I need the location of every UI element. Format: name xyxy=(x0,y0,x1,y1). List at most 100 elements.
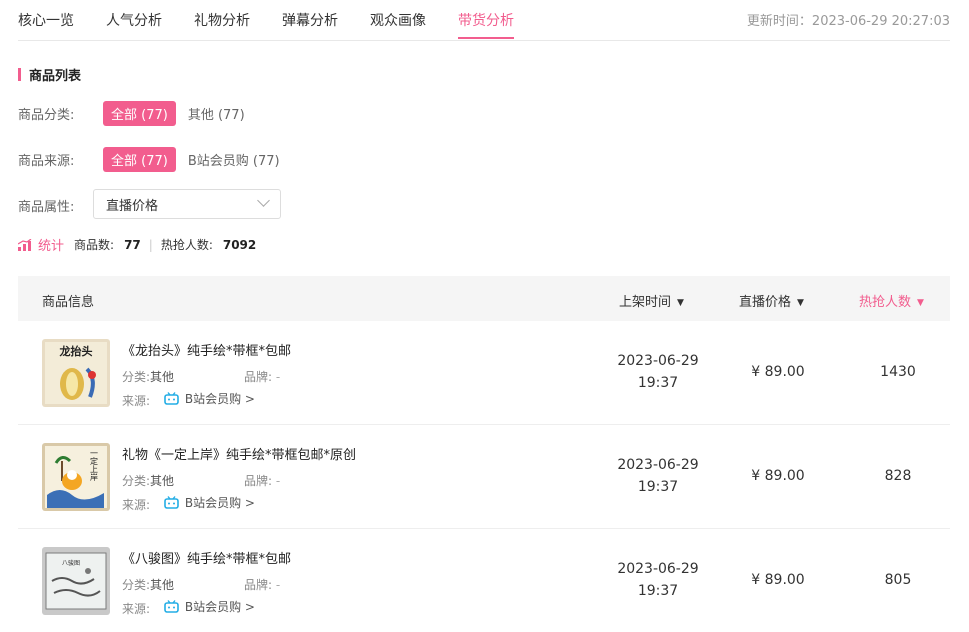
attribute-select-value: 直播价格 xyxy=(106,198,159,214)
tab-gifts[interactable]: 礼物分析 xyxy=(194,10,250,30)
filter-source-all[interactable]: 全部 (77) xyxy=(103,147,176,172)
stats-title: 统计 xyxy=(38,239,65,254)
brand-label: 品牌: xyxy=(244,474,273,488)
header-product-info: 商品信息 xyxy=(42,295,95,310)
product-category: 分类:其他 xyxy=(122,472,174,489)
category-label: 分类: xyxy=(122,474,151,488)
product-title[interactable]: 《八骏图》纯手绘*带框*包邮 xyxy=(122,548,291,567)
sort-down-icon: ▼ xyxy=(797,298,804,308)
bilibili-tv-icon xyxy=(164,600,179,613)
brand-value: - xyxy=(275,370,281,384)
section-title: 商品列表 xyxy=(18,67,82,84)
product-title[interactable]: 礼物《一定上岸》纯手绘*带框包邮*原创 xyxy=(122,444,356,463)
brand-value: - xyxy=(275,578,281,592)
table-row[interactable]: 一定上岸 礼物《一定上岸》纯手绘*带框包邮*原创 分类:其他 品牌: - 来源:… xyxy=(18,425,950,529)
list-time: 2023-06-29 19:37 xyxy=(608,454,708,498)
list-clock: 19:37 xyxy=(637,375,679,391)
filter-source-bilibili[interactable]: B站会员购 (77) xyxy=(188,150,280,169)
source-link[interactable]: B站会员购 > xyxy=(164,390,255,407)
list-clock: 19:37 xyxy=(637,479,679,495)
source-label: 来源: xyxy=(122,602,151,616)
filter-source-label: 商品来源: xyxy=(18,154,75,169)
list-date: 2023-06-29 xyxy=(617,353,699,369)
category-label: 分类: xyxy=(122,578,151,592)
table-row[interactable]: 龙抬头 《龙抬头》纯手绘*带框*包邮 分类:其他 品牌: - 来源: B站会员购… xyxy=(18,321,950,425)
stats-count-label: 商品数: xyxy=(74,238,115,252)
product-source: 来源: B站会员购 > xyxy=(122,390,255,409)
stats-hot-value: 7092 xyxy=(222,237,257,252)
product-thumbnail[interactable]: 一定上岸 xyxy=(42,443,110,511)
category-value: 其他 xyxy=(150,370,175,384)
filter-category-label: 商品分类: xyxy=(18,108,75,123)
table-header: 商品信息 上架时间 ▼ 直播价格 ▼ 热抢人数 ▼ xyxy=(18,276,950,321)
list-date: 2023-06-29 xyxy=(617,561,699,577)
tab-core-overview[interactable]: 核心一览 xyxy=(18,10,74,30)
source-link[interactable]: B站会员购 > xyxy=(164,494,255,511)
stats-divider: | xyxy=(148,237,153,252)
filter-category: 商品分类: 全部 (77) 其他 (77) xyxy=(18,101,245,126)
stats-bar: 统计 商品数: 77 | 热抢人数: 7092 xyxy=(18,235,256,254)
list-time: 2023-06-29 19:37 xyxy=(608,558,708,602)
category-value: 其他 xyxy=(150,474,175,488)
tab-audience[interactable]: 观众画像 xyxy=(370,10,426,30)
brand-label: 品牌: xyxy=(244,370,273,384)
table-row[interactable]: 八骏图 《八骏图》纯手绘*带框*包邮 分类:其他 品牌: - 来源: B站会员购… xyxy=(18,529,950,632)
tab-danmaku[interactable]: 弹幕分析 xyxy=(282,10,338,30)
bar-chart-icon xyxy=(18,238,32,251)
stats-count-value: 77 xyxy=(124,237,141,252)
filter-source: 商品来源: 全部 (77) B站会员购 (77) xyxy=(18,147,280,172)
source-value: B站会员购 > xyxy=(184,392,255,406)
thumbnail-caption: 一定上岸 xyxy=(90,449,99,482)
product-category: 分类:其他 xyxy=(122,368,174,385)
product-thumbnail[interactable]: 龙抬头 xyxy=(42,339,110,407)
brand-label: 品牌: xyxy=(244,578,273,592)
header-live-price[interactable]: 直播价格 ▼ xyxy=(739,291,804,310)
filter-category-all[interactable]: 全部 (77) xyxy=(103,101,176,126)
category-value: 其他 xyxy=(150,578,175,592)
sort-down-icon: ▼ xyxy=(917,298,924,308)
hot-count: 1430 xyxy=(880,364,916,380)
source-label: 来源: xyxy=(122,394,151,408)
filter-attribute-label: 商品属性: xyxy=(18,200,75,215)
category-label: 分类: xyxy=(122,370,151,384)
sort-down-icon: ▼ xyxy=(677,298,684,308)
thumbnail-caption: 龙抬头 xyxy=(59,344,93,358)
product-title[interactable]: 《龙抬头》纯手绘*带框*包邮 xyxy=(122,340,291,359)
section-title-text: 商品列表 xyxy=(29,68,82,84)
header-hot-count[interactable]: 热抢人数 ▼ xyxy=(859,291,924,310)
list-clock: 19:37 xyxy=(637,583,679,599)
header-live-price-label: 直播价格 xyxy=(739,295,792,310)
tab-popularity[interactable]: 人气分析 xyxy=(106,10,162,30)
section-accent-bar xyxy=(18,67,21,81)
header-list-time[interactable]: 上架时间 ▼ xyxy=(619,291,684,310)
chevron-down-icon xyxy=(257,194,270,207)
bilibili-tv-icon xyxy=(164,496,179,509)
list-time: 2023-06-29 19:37 xyxy=(608,350,708,394)
product-source: 来源: B站会员购 > xyxy=(122,598,255,617)
hot-count: 805 xyxy=(884,572,912,588)
live-price: ¥ 89.00 xyxy=(751,572,805,588)
product-brand: 品牌: - xyxy=(244,576,280,593)
attribute-select[interactable]: 直播价格 xyxy=(93,189,281,219)
bilibili-tv-icon xyxy=(164,392,179,405)
top-tab-bar: 核心一览 人气分析 礼物分析 弹幕分析 观众画像 带货分析 更新时间：2023-… xyxy=(18,0,950,41)
product-brand: 品牌: - xyxy=(244,368,280,385)
source-value: B站会员购 > xyxy=(184,600,255,614)
update-time: 更新时间：2023-06-29 20:27:03 xyxy=(746,14,950,29)
product-source: 来源: B站会员购 > xyxy=(122,494,255,513)
thumbnail-caption: 八骏图 xyxy=(62,559,80,567)
tab-sales[interactable]: 带货分析 xyxy=(458,10,514,39)
brand-value: - xyxy=(275,474,281,488)
product-thumbnail[interactable]: 八骏图 xyxy=(42,547,110,615)
filter-category-other[interactable]: 其他 (77) xyxy=(188,104,245,123)
filter-attribute: 商品属性: xyxy=(18,196,103,215)
source-link[interactable]: B站会员购 > xyxy=(164,598,255,615)
header-list-time-label: 上架时间 xyxy=(619,295,672,310)
header-hot-count-label: 热抢人数 xyxy=(859,295,912,310)
stats-hot-label: 热抢人数: xyxy=(160,238,213,252)
list-date: 2023-06-29 xyxy=(617,457,699,473)
live-price: ¥ 89.00 xyxy=(751,364,805,380)
hot-count: 828 xyxy=(884,468,912,484)
live-price: ¥ 89.00 xyxy=(751,468,805,484)
product-category: 分类:其他 xyxy=(122,576,174,593)
